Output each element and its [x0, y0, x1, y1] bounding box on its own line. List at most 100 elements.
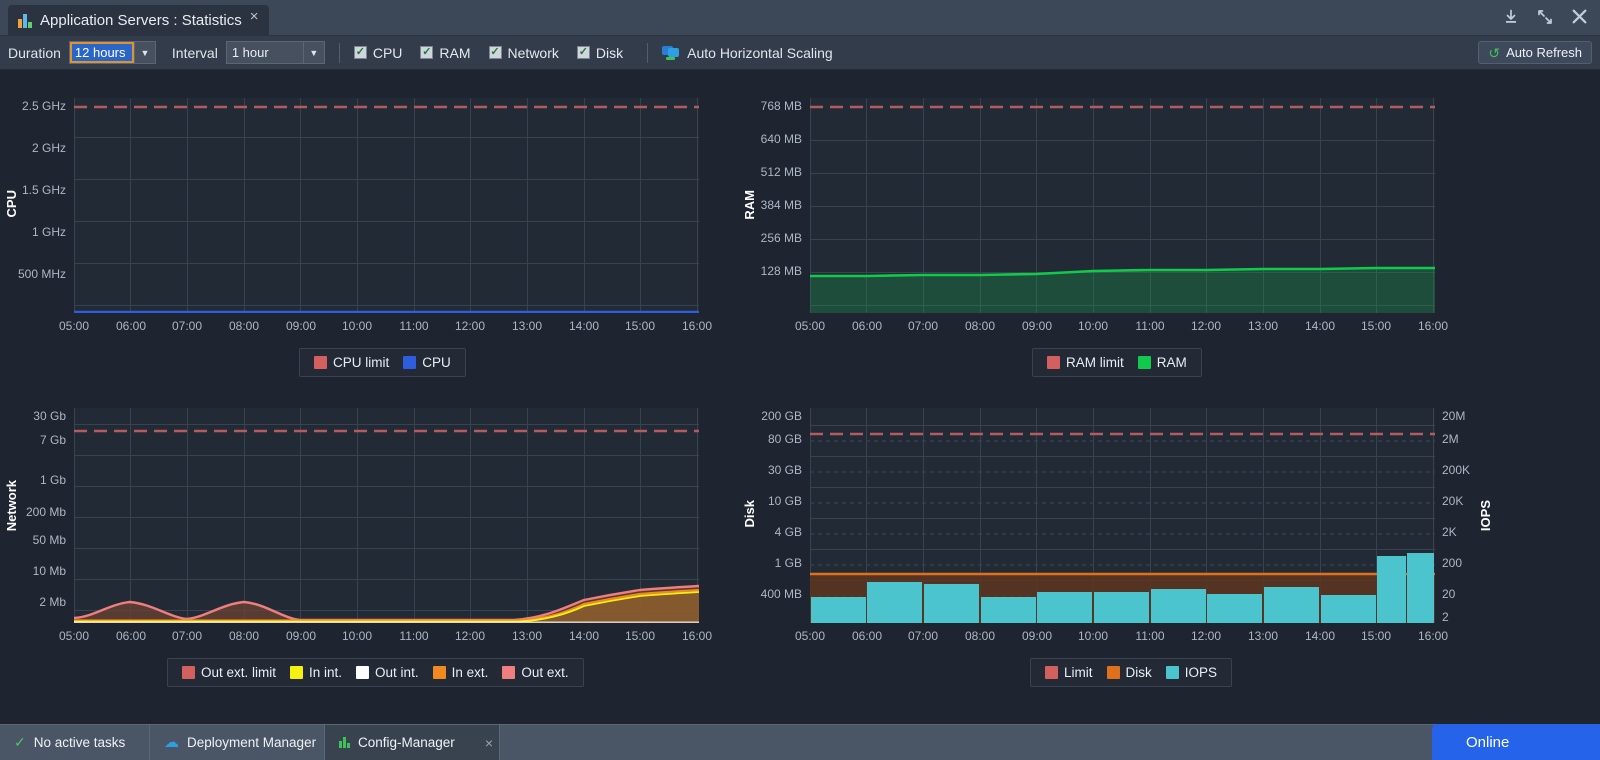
chart-ram-xtick: 05:00 [794, 319, 826, 333]
chevron-down-icon[interactable]: ▼ [133, 42, 155, 63]
legend-label: RAM limit [1066, 355, 1124, 370]
chart-ram-xtick: 10:00 [1077, 319, 1109, 333]
download-icon[interactable] [1503, 9, 1519, 30]
chart-cpu-xtick: 05:00 [58, 319, 90, 333]
chart-disk-legend: Limit Disk IOPS [1030, 658, 1233, 687]
legend-item-iops[interactable]: IOPS [1165, 665, 1218, 680]
chart-network-xtick: 06:00 [115, 629, 147, 643]
legend-swatch [290, 666, 304, 679]
chart-disk-ytick: 10 GB [767, 494, 802, 508]
chart-disk-xtick: 13:00 [1247, 629, 1279, 643]
legend-item-in-ext[interactable]: In ext. [432, 665, 489, 680]
chart-cpu-legend: CPU limit CPU [299, 348, 466, 377]
close-icon[interactable]: × [485, 735, 493, 751]
checkbox-network-label: Network [507, 44, 559, 61]
charts-area: CPU 2.5 GHz 2 GHz 1.5 GHz 1 GHz 500 MHz … [0, 70, 1600, 706]
checkmark-icon: ✓ [353, 46, 367, 59]
chart-cpu-xtick: 11:00 [399, 319, 429, 333]
chart-network-xtick: 09:00 [285, 629, 317, 643]
legend-label: In ext. [451, 665, 489, 680]
legend-swatch [182, 666, 195, 679]
chart-cpu-xtick: 06:00 [115, 319, 147, 333]
window-title-bar: Application Servers : Statistics × [0, 0, 1600, 36]
chart-ram-xtick: 09:00 [1021, 319, 1053, 333]
legend-label: CPU limit [333, 355, 390, 370]
chart-disk-ytick: 80 GB [767, 432, 802, 446]
toolbar-divider [647, 42, 649, 63]
legend-item-limit[interactable]: Limit [1045, 665, 1093, 680]
checkbox-network[interactable]: ✓ Network [488, 44, 559, 61]
chart-panel-network: Network 30 Gb 7 Gb 1 Gb 200 Mb 50 Mb 10 … [0, 380, 760, 700]
checkbox-cpu[interactable]: ✓ CPU [353, 45, 402, 61]
legend-label: Limit [1064, 665, 1093, 680]
chart-disk-plot[interactable] [810, 408, 1435, 623]
chevron-down-icon[interactable]: ▼ [302, 42, 324, 63]
online-label: Online [1466, 733, 1510, 751]
chart-cpu-xtick: 09:00 [285, 319, 317, 333]
statistics-toolbar: Duration 12 hours ▼ Interval 1 hour ▼ ✓ … [0, 36, 1600, 70]
chart-ram-plot[interactable] [810, 98, 1435, 313]
legend-item-ram-limit[interactable]: RAM limit [1047, 355, 1124, 370]
taskbar-item-no-active-tasks[interactable]: ✓ No active tasks [0, 725, 150, 760]
chart-disk-y2tick: 2 [1442, 610, 1449, 624]
duration-select[interactable]: 12 hours ▼ [68, 41, 156, 64]
auto-horizontal-scaling-button[interactable]: Auto Horizontal Scaling [662, 45, 833, 61]
chart-disk-ytick: 30 GB [767, 463, 802, 477]
chart-ram-ytick: 128 MB [760, 264, 802, 278]
chart-network-xtick: 05:00 [58, 629, 90, 643]
legend-label: IOPS [1184, 665, 1218, 680]
interval-select[interactable]: 1 hour ▼ [225, 41, 325, 64]
legend-item-out-int[interactable]: Out int. [356, 665, 419, 680]
chart-disk-ytick: 4 GB [774, 525, 802, 539]
chart-network-xtick: 15:00 [624, 629, 656, 643]
legend-label: RAM [1156, 355, 1187, 370]
chart-network-ytick: 50 Mb [32, 533, 66, 547]
auto-refresh-button[interactable]: ↺ Auto Refresh [1478, 41, 1592, 64]
status-badge-online[interactable]: Online [1432, 724, 1600, 760]
close-icon[interactable]: × [250, 9, 259, 24]
chart-disk-xtick: 15:00 [1360, 629, 1392, 643]
legend-swatch [1106, 666, 1120, 679]
legend-item-out-ext-limit[interactable]: Out ext. limit [182, 665, 276, 680]
no-active-tasks-label: No active tasks [33, 735, 126, 750]
chart-disk-y2tick: 2M [1442, 432, 1459, 446]
chart-network-plot[interactable] [74, 408, 699, 623]
chart-cpu-ytick: 2.5 GHz [21, 99, 66, 113]
checkbox-disk[interactable]: ✓ Disk [576, 45, 623, 61]
chart-disk-ytick: 1 GB [774, 556, 802, 570]
duration-value: 12 hours [69, 42, 134, 63]
chart-ram-xtick: 06:00 [851, 319, 883, 333]
auto-horizontal-scaling-label: Auto Horizontal Scaling [687, 44, 833, 61]
legend-item-ram[interactable]: RAM [1137, 355, 1187, 370]
chart-cpu-xtick: 10:00 [341, 319, 373, 333]
window-tab-statistics[interactable]: Application Servers : Statistics × [8, 5, 269, 36]
chart-disk-y2tick: 200K [1442, 463, 1471, 477]
legend-swatch [502, 666, 516, 679]
taskbar-item-config-manager[interactable]: Config-Manager × [325, 725, 500, 760]
legend-item-cpu-limit[interactable]: CPU limit [314, 355, 389, 370]
chart-network-ytick: 1 Gb [39, 473, 66, 487]
legend-item-in-int[interactable]: In int. [290, 665, 342, 680]
checkbox-ram[interactable]: ✓ RAM [420, 45, 471, 61]
legend-item-out-ext[interactable]: Out ext. [502, 665, 569, 680]
duration-label: Duration [8, 44, 61, 61]
chart-cpu-ytick: 2 GHz [31, 141, 66, 155]
legend-swatch [1047, 356, 1060, 369]
window-close-icon[interactable] [1571, 8, 1588, 30]
legend-item-disk[interactable]: Disk [1106, 665, 1152, 680]
chart-cpu-plot[interactable] [74, 98, 699, 313]
cloud-icon: ☁ [164, 734, 179, 751]
chart-ram-xtick: 11:00 [1135, 319, 1165, 333]
window-controls [1503, 8, 1588, 30]
taskbar-item-deployment-manager[interactable]: ☁ Deployment Manager [150, 725, 325, 760]
legend-item-cpu[interactable]: CPU [403, 355, 451, 370]
chart-network-xtick: 16:00 [681, 629, 713, 643]
chart-ram-legend: RAM limit RAM [1032, 348, 1202, 377]
chart-network-ytick: 7 Gb [39, 433, 66, 447]
taskbar: ✓ No active tasks ☁ Deployment Manager C… [0, 724, 1600, 760]
chart-cpu-ytick: 1 GHz [31, 225, 66, 239]
chart-panel-disk: Disk IOPS 200 GB 80 GB 30 GB 10 GB 4 GB … [720, 380, 1600, 700]
restore-icon[interactable] [1537, 9, 1553, 30]
legend-label: CPU [422, 355, 451, 370]
chart-cpu-xtick: 13:00 [511, 319, 543, 333]
